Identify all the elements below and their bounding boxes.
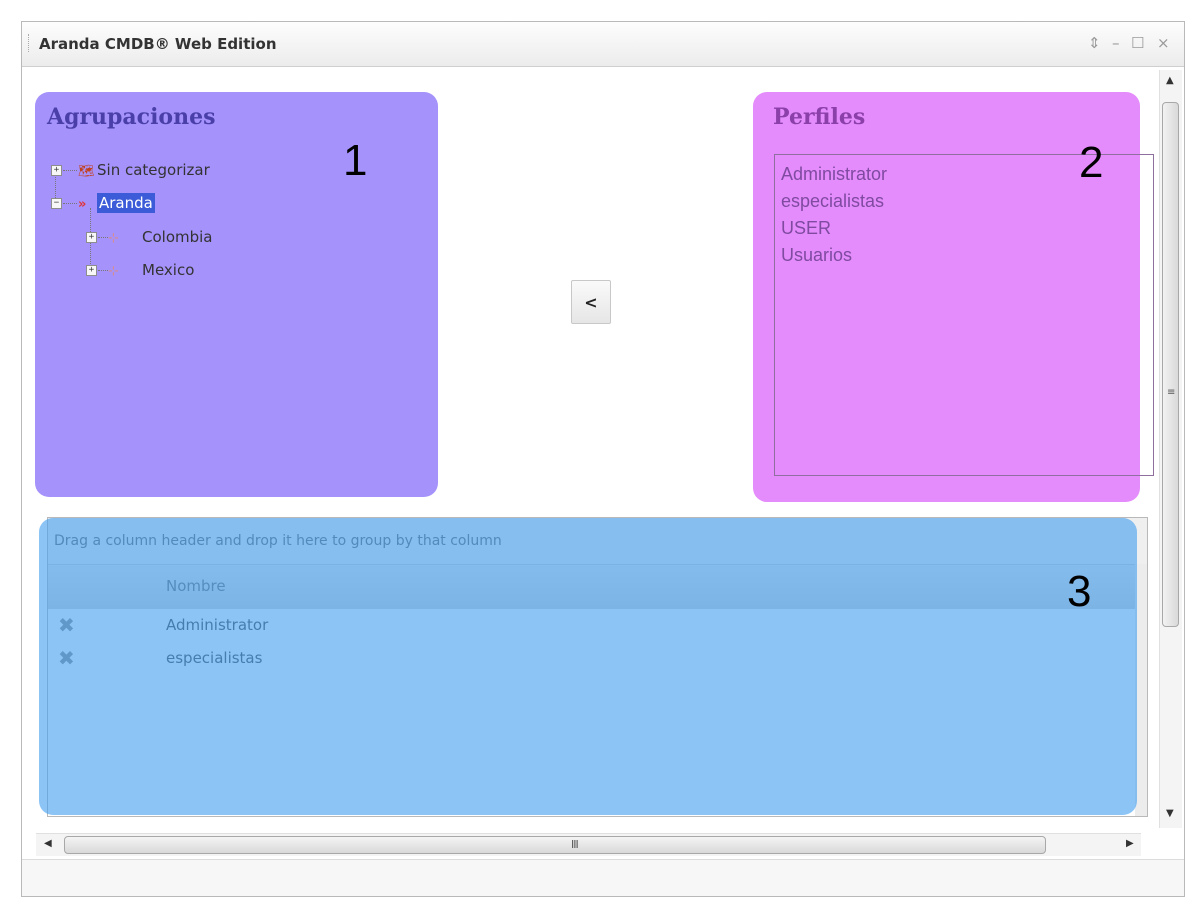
world-folder-icon: 🗺: [78, 164, 95, 179]
tree-connector: [63, 170, 77, 171]
expand-icon[interactable]: +: [86, 265, 97, 276]
maximize-icon[interactable]: ☐: [1131, 34, 1144, 52]
scroll-left-icon[interactable]: ◀: [44, 838, 52, 849]
window-client: Agrupaciones 1 + 🗺 Sin categorizar − » A…: [22, 67, 1184, 896]
delete-x-icon[interactable]: ✖: [58, 647, 75, 669]
profiles-grid: Drag a column header and drop it here to…: [47, 517, 1148, 817]
panel-number-2: 2: [1079, 138, 1104, 187]
tree-node-label[interactable]: Sin categorizar: [97, 160, 210, 180]
scroll-right-icon[interactable]: ▶: [1126, 838, 1134, 849]
chevron-double-icon: »: [78, 197, 87, 212]
tree-node-label[interactable]: Colombia: [142, 227, 213, 247]
expand-icon[interactable]: +: [51, 165, 62, 176]
collapse-icon[interactable]: −: [51, 198, 62, 209]
horizontal-scrollbar[interactable]: ◀ III ▶: [36, 833, 1141, 856]
window-titlebar[interactable]: Aranda CMDB® Web Edition ⇕ – ☐ ×: [22, 22, 1184, 67]
row-name: especialistas: [166, 649, 263, 667]
restore-icon[interactable]: ⇕: [1088, 34, 1101, 52]
agrupaciones-panel: Agrupaciones 1 + 🗺 Sin categorizar − » A…: [35, 92, 438, 497]
table-row[interactable]: ✖ especialistas: [48, 642, 1147, 676]
agrupaciones-title: Agrupaciones: [47, 104, 216, 130]
delete-x-icon[interactable]: ✖: [58, 614, 75, 636]
column-header-nombre[interactable]: Nombre: [166, 577, 226, 595]
perfil-item[interactable]: especialistas: [781, 188, 1147, 215]
scroll-down-icon[interactable]: ▼: [1166, 808, 1174, 819]
tree-connector: [98, 237, 108, 238]
group-by-area[interactable]: Drag a column header and drop it here to…: [48, 518, 1147, 564]
tree-connector: [55, 174, 56, 200]
scroll-up-icon[interactable]: ▲: [1166, 75, 1174, 86]
tree-connector: [98, 270, 108, 271]
app-window: Aranda CMDB® Web Edition ⇕ – ☐ × Agrupac…: [21, 21, 1185, 897]
row-name: Administrator: [166, 616, 269, 634]
panel-number-1: 1: [343, 136, 368, 185]
grid-scroll-gutter: [1135, 564, 1147, 816]
tree-node-label[interactable]: Mexico: [142, 260, 194, 280]
perfil-item[interactable]: USER: [781, 215, 1147, 242]
grip-icon: ≡: [1167, 387, 1176, 398]
grid-header: Nombre: [48, 564, 1147, 610]
vertical-scrollbar[interactable]: ▲ ≡ ▼: [1159, 70, 1182, 828]
tree-node-label[interactable]: Aranda: [97, 193, 155, 213]
table-row[interactable]: ✖ Administrator: [48, 609, 1147, 643]
panel-number-3: 3: [1067, 567, 1092, 616]
expand-icon[interactable]: +: [86, 232, 97, 243]
network-icon: ⊹: [108, 264, 119, 279]
titlebar-grip: [28, 34, 31, 52]
horizontal-scroll-thumb[interactable]: III: [64, 836, 1046, 854]
vertical-scroll-thumb[interactable]: ≡: [1162, 102, 1179, 627]
perfiles-list[interactable]: Administrator especialistas USER Usuario…: [774, 154, 1154, 476]
minimize-icon[interactable]: –: [1112, 34, 1120, 52]
window-title: Aranda CMDB® Web Edition: [39, 35, 277, 53]
perfiles-panel: Perfiles Administrator especialistas USE…: [753, 92, 1154, 502]
perfiles-title: Perfiles: [773, 104, 866, 130]
grid-empty-area: [48, 675, 1147, 816]
status-bar: [22, 859, 1184, 896]
tree-connector: [63, 203, 77, 204]
move-left-button[interactable]: <: [571, 280, 611, 324]
close-icon[interactable]: ×: [1157, 34, 1170, 52]
network-icon: ⊹: [108, 231, 119, 246]
perfil-item[interactable]: Usuarios: [781, 242, 1147, 269]
grip-icon: III: [571, 838, 579, 851]
